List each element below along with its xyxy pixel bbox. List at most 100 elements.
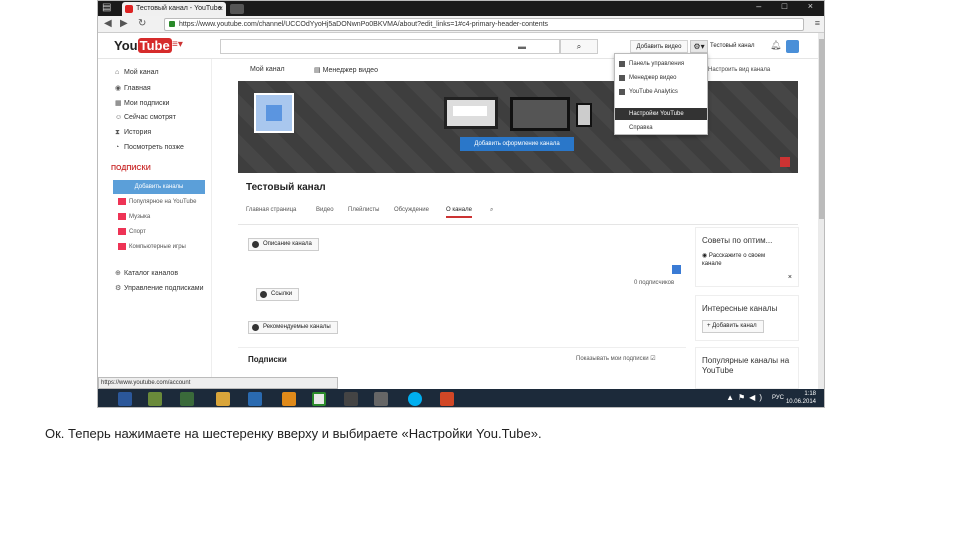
powerpoint-icon[interactable]: [440, 392, 454, 406]
tab-about[interactable]: О канале: [446, 207, 472, 218]
video-manager-label: Менеджер видео: [322, 67, 378, 74]
media-icon[interactable]: [248, 392, 262, 406]
word-icon[interactable]: [118, 392, 132, 406]
menu-item-label: Менеджер видео: [629, 75, 677, 81]
forward-icon[interactable]: ▶: [120, 18, 128, 29]
tab-home[interactable]: Главная страница: [246, 207, 296, 213]
tab-playlists[interactable]: Плейлисты: [348, 207, 379, 213]
browser-tab-bar: ▤ Тестовый канал - YouTube × – □ ×: [98, 1, 824, 16]
menu-item-label: Настройки YouTube: [629, 111, 684, 117]
search-icon: ⌕: [576, 42, 582, 51]
sidebar-subscription[interactable]: Популярное на YouTube: [118, 198, 196, 205]
calculator-icon[interactable]: [180, 392, 194, 406]
phone-illustration: [576, 103, 592, 127]
chrome-icon[interactable]: [312, 392, 326, 406]
tips-item[interactable]: ◉ Расскажите о своем канале: [702, 252, 782, 268]
search-button[interactable]: ⌕: [560, 39, 598, 54]
banner-social-icon[interactable]: [780, 157, 790, 167]
sidebar-item-label: История: [124, 129, 152, 136]
scrollbar-thumb[interactable]: [819, 39, 824, 219]
system-tray-icons[interactable]: ▲⚑◀): [726, 393, 766, 402]
my-channel-link[interactable]: Мой канал: [250, 66, 285, 73]
video-manager-link[interactable]: ▤ Менеджер видео: [314, 66, 378, 74]
channel-avatar[interactable]: [254, 93, 294, 133]
upload-icon[interactable]: ▬: [518, 42, 526, 51]
address-bar-row: ◀ ▶ ↻ https://www.youtube.com/channel/UC…: [98, 16, 824, 33]
sidebar-subscription[interactable]: Компьютерные игры: [118, 243, 186, 250]
app-icon[interactable]: [148, 392, 162, 406]
account-avatar[interactable]: [786, 40, 799, 53]
warning-app-icon[interactable]: [282, 392, 296, 406]
optimization-tips-box: Советы по оптим... ◉ Расскажите о своем …: [695, 227, 799, 287]
links-button[interactable]: Ссылки: [256, 288, 300, 301]
channel-title-area: Тестовый канал Главная страница Видео Пл…: [238, 173, 798, 225]
youtube-logo[interactable]: You Tube: [114, 38, 172, 53]
sidebar-item-manage-subscriptions[interactable]: ⚙ Управление подписками: [115, 284, 204, 292]
featured-channels-button[interactable]: Рекомендуемые каналы: [248, 321, 338, 334]
page-scrollbar[interactable]: [818, 33, 824, 389]
tab-close-icon[interactable]: ×: [218, 2, 223, 16]
url-input[interactable]: https://www.youtube.com/channel/UCCOdYyo…: [164, 18, 804, 31]
add-channel-art-button[interactable]: Добавить оформление канала: [460, 137, 574, 151]
sidebar-item-subscriptions[interactable]: ▦ Мои подписки: [115, 99, 169, 107]
add-channels-button[interactable]: Добавить каналы: [113, 180, 205, 194]
gear-icon[interactable]: ⚙▾: [690, 40, 708, 53]
channel-search-icon[interactable]: ⌕: [490, 207, 493, 214]
customize-channel-link[interactable]: Настроить вид канала: [708, 67, 770, 73]
sidebar-item-home[interactable]: ◉ Главная: [115, 84, 151, 92]
window-controls[interactable]: – □ ×: [756, 1, 822, 11]
channel-stats-icon: [672, 265, 681, 274]
sidebar-item-watch-later[interactable]: ◔ Посмотреть позже: [115, 144, 184, 151]
tab-videos[interactable]: Видео: [316, 207, 334, 213]
notification-bell-icon[interactable]: 🔔︎: [770, 40, 781, 51]
button-label: Рекомендуемые каналы: [263, 324, 331, 330]
sidebar-item-label: Посмотреть позже: [124, 144, 184, 151]
tab-discussion[interactable]: Обсуждение: [394, 207, 429, 213]
explorer-icon[interactable]: [216, 392, 230, 406]
sidebar-item-channel-catalog[interactable]: ⊕ Каталог каналов: [115, 269, 178, 277]
sidebar-subscription[interactable]: Музыка: [118, 213, 150, 220]
lock-icon: [169, 21, 175, 27]
search-input[interactable]: [220, 39, 560, 54]
reload-icon[interactable]: ↻: [138, 18, 146, 29]
browser-status-bar: https://www.youtube.com/account: [98, 377, 338, 389]
menu-item-youtube-settings[interactable]: Настройки YouTube: [615, 108, 707, 120]
close-icon[interactable]: ×: [788, 274, 792, 281]
add-channel-button[interactable]: + Добавить канал: [702, 320, 764, 333]
channel-icon: [118, 243, 126, 250]
browser-tab[interactable]: Тестовый канал - YouTube ×: [122, 2, 226, 16]
analytics-icon: [619, 89, 625, 95]
username[interactable]: Тестовый канал: [710, 43, 754, 49]
menu-item-video-manager[interactable]: Менеджер видео: [615, 72, 707, 84]
settings-dropdown: Панель управления Менеджер видео YouTube…: [614, 53, 708, 135]
app-icon[interactable]: [374, 392, 388, 406]
app-icon[interactable]: [344, 392, 358, 406]
settings-menu-icon[interactable]: ≡: [815, 18, 820, 28]
sidebar-item-my-channel[interactable]: ⌂ Мой канал: [115, 69, 159, 76]
menu-item-help[interactable]: Справка: [615, 122, 707, 134]
add-video-button[interactable]: Добавить видео: [630, 40, 688, 53]
keyboard-language[interactable]: РУС: [772, 395, 784, 401]
sidebar-subscription[interactable]: Спорт: [118, 228, 146, 235]
back-icon[interactable]: ◀: [104, 18, 112, 29]
sidebar-item-history[interactable]: ⧗ История: [115, 129, 151, 137]
menu-item-analytics[interactable]: YouTube Analytics: [615, 86, 707, 98]
new-tab-button[interactable]: [230, 4, 244, 14]
taskbar-clock[interactable]: 1:18 10.06.2014: [786, 390, 816, 406]
channel-description-button[interactable]: Описание канала: [248, 238, 319, 251]
guide-menu-icon[interactable]: ≡▾: [172, 39, 183, 50]
logo-you: You: [114, 38, 138, 53]
browser-menu-icon[interactable]: ▤: [102, 2, 111, 13]
toggle-label: Показывать мои подписки: [576, 356, 649, 362]
channel-title: Тестовый канал: [246, 182, 326, 193]
sidebar-item-label: Сейчас смотрят: [124, 114, 176, 121]
show-subscriptions-toggle[interactable]: Показывать мои подписки ☑: [576, 355, 656, 362]
film-icon: ▤: [314, 67, 323, 74]
skype-icon[interactable]: [408, 392, 422, 406]
subscriptions-title: Подписки: [248, 355, 287, 364]
sidebar-item-trending[interactable]: ☺ Сейчас смотрят: [115, 114, 176, 121]
video-manager-icon: [619, 75, 625, 81]
menu-item-dashboard[interactable]: Панель управления: [615, 58, 707, 70]
channel-icon: [118, 213, 126, 220]
sidebar-item-label: Управление подписками: [124, 285, 204, 292]
